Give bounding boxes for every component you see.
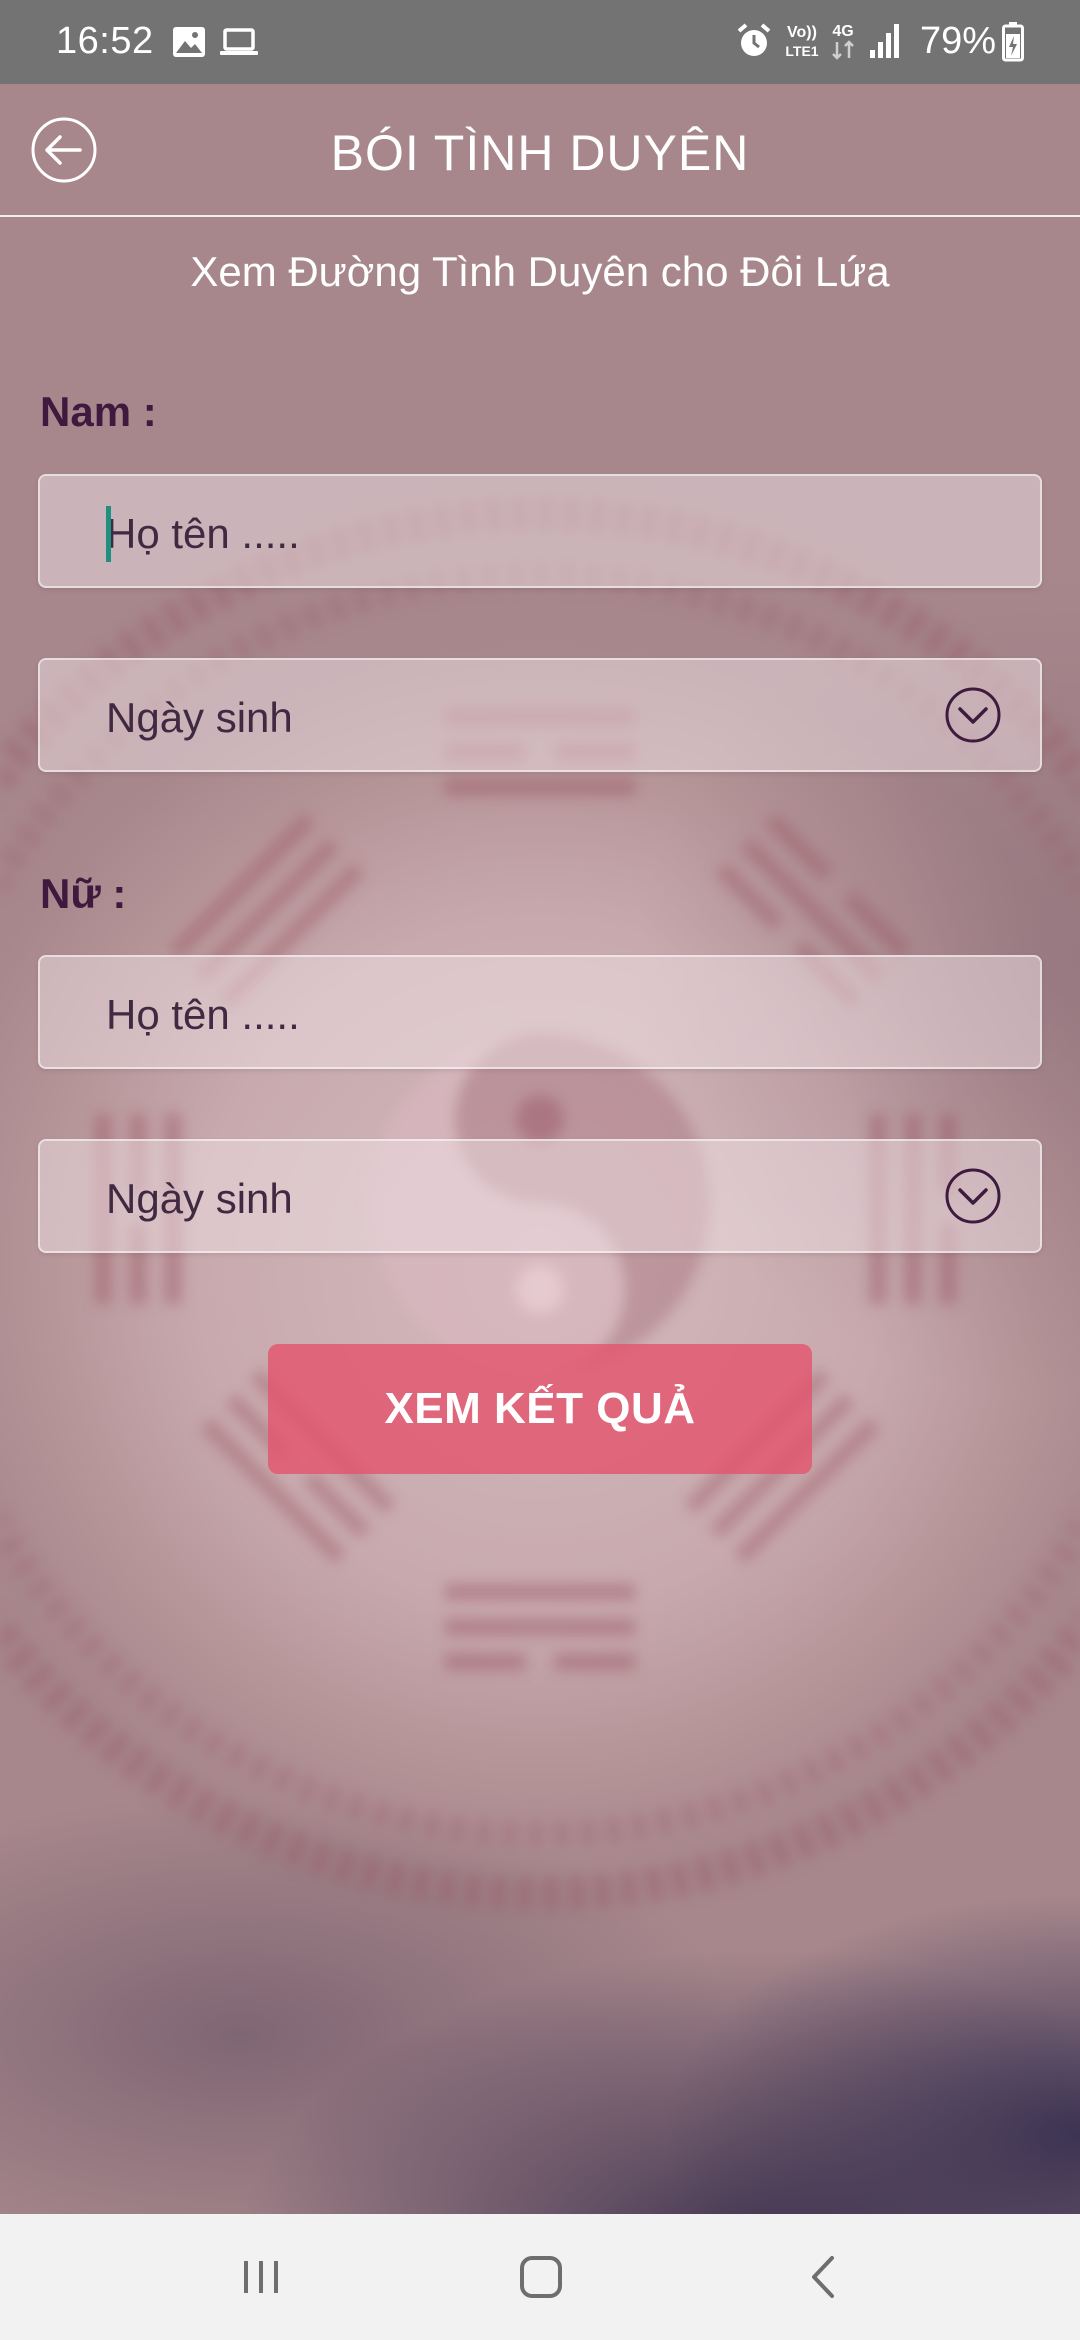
female-section-label: Nữ : <box>40 870 127 917</box>
laptop-icon <box>220 28 258 55</box>
4g-icon: 4G <box>832 23 854 60</box>
male-name-field[interactable] <box>38 474 1042 588</box>
signal-icon <box>870 24 899 58</box>
chevron-down-icon <box>945 1168 1001 1224</box>
home-button[interactable] <box>516 2252 566 2307</box>
text-cursor <box>106 506 111 562</box>
app-header: BÓI TÌNH DUYÊN <box>0 84 1080 218</box>
status-bar: 16:52 Vo)) LTE1 4G 79% <box>0 0 1080 84</box>
system-back-button[interactable] <box>800 2252 850 2307</box>
page-title: BÓI TÌNH DUYÊN <box>330 125 750 181</box>
image-icon <box>173 27 205 57</box>
female-name-input[interactable] <box>106 991 966 1039</box>
battery-charging-icon <box>1002 22 1024 62</box>
volte-icon: Vo)) LTE1 <box>785 24 818 59</box>
female-birthdate-dropdown[interactable]: Ngày sinh <box>38 1139 1042 1253</box>
status-time: 16:52 <box>56 20 154 62</box>
male-name-input[interactable] <box>106 510 966 558</box>
chevron-down-icon <box>945 687 1001 743</box>
header-divider <box>0 215 1080 217</box>
alarm-icon <box>737 23 771 56</box>
female-birthdate-placeholder: Ngày sinh <box>106 1175 293 1222</box>
female-name-field[interactable] <box>38 955 1042 1069</box>
page-subtitle: Xem Đường Tình Duyên cho Đôi Lứa <box>190 248 890 295</box>
view-result-button[interactable]: XEM KẾT QUẢ <box>268 1344 812 1474</box>
svg-text:Vo)): Vo)) <box>787 24 817 41</box>
recent-apps-icon <box>244 2261 278 2293</box>
svg-text:4G: 4G <box>832 23 853 40</box>
svg-text:LTE1: LTE1 <box>785 43 818 59</box>
male-birthdate-dropdown[interactable]: Ngày sinh <box>38 658 1042 772</box>
male-section-label: Nam : <box>40 388 157 435</box>
home-icon <box>520 2256 562 2298</box>
navigation-bar <box>0 2214 1080 2340</box>
male-birthdate-placeholder: Ngày sinh <box>106 694 293 741</box>
recent-apps-button[interactable] <box>236 2252 286 2307</box>
back-icon <box>812 2256 834 2298</box>
battery-percentage: 79% <box>920 20 997 62</box>
